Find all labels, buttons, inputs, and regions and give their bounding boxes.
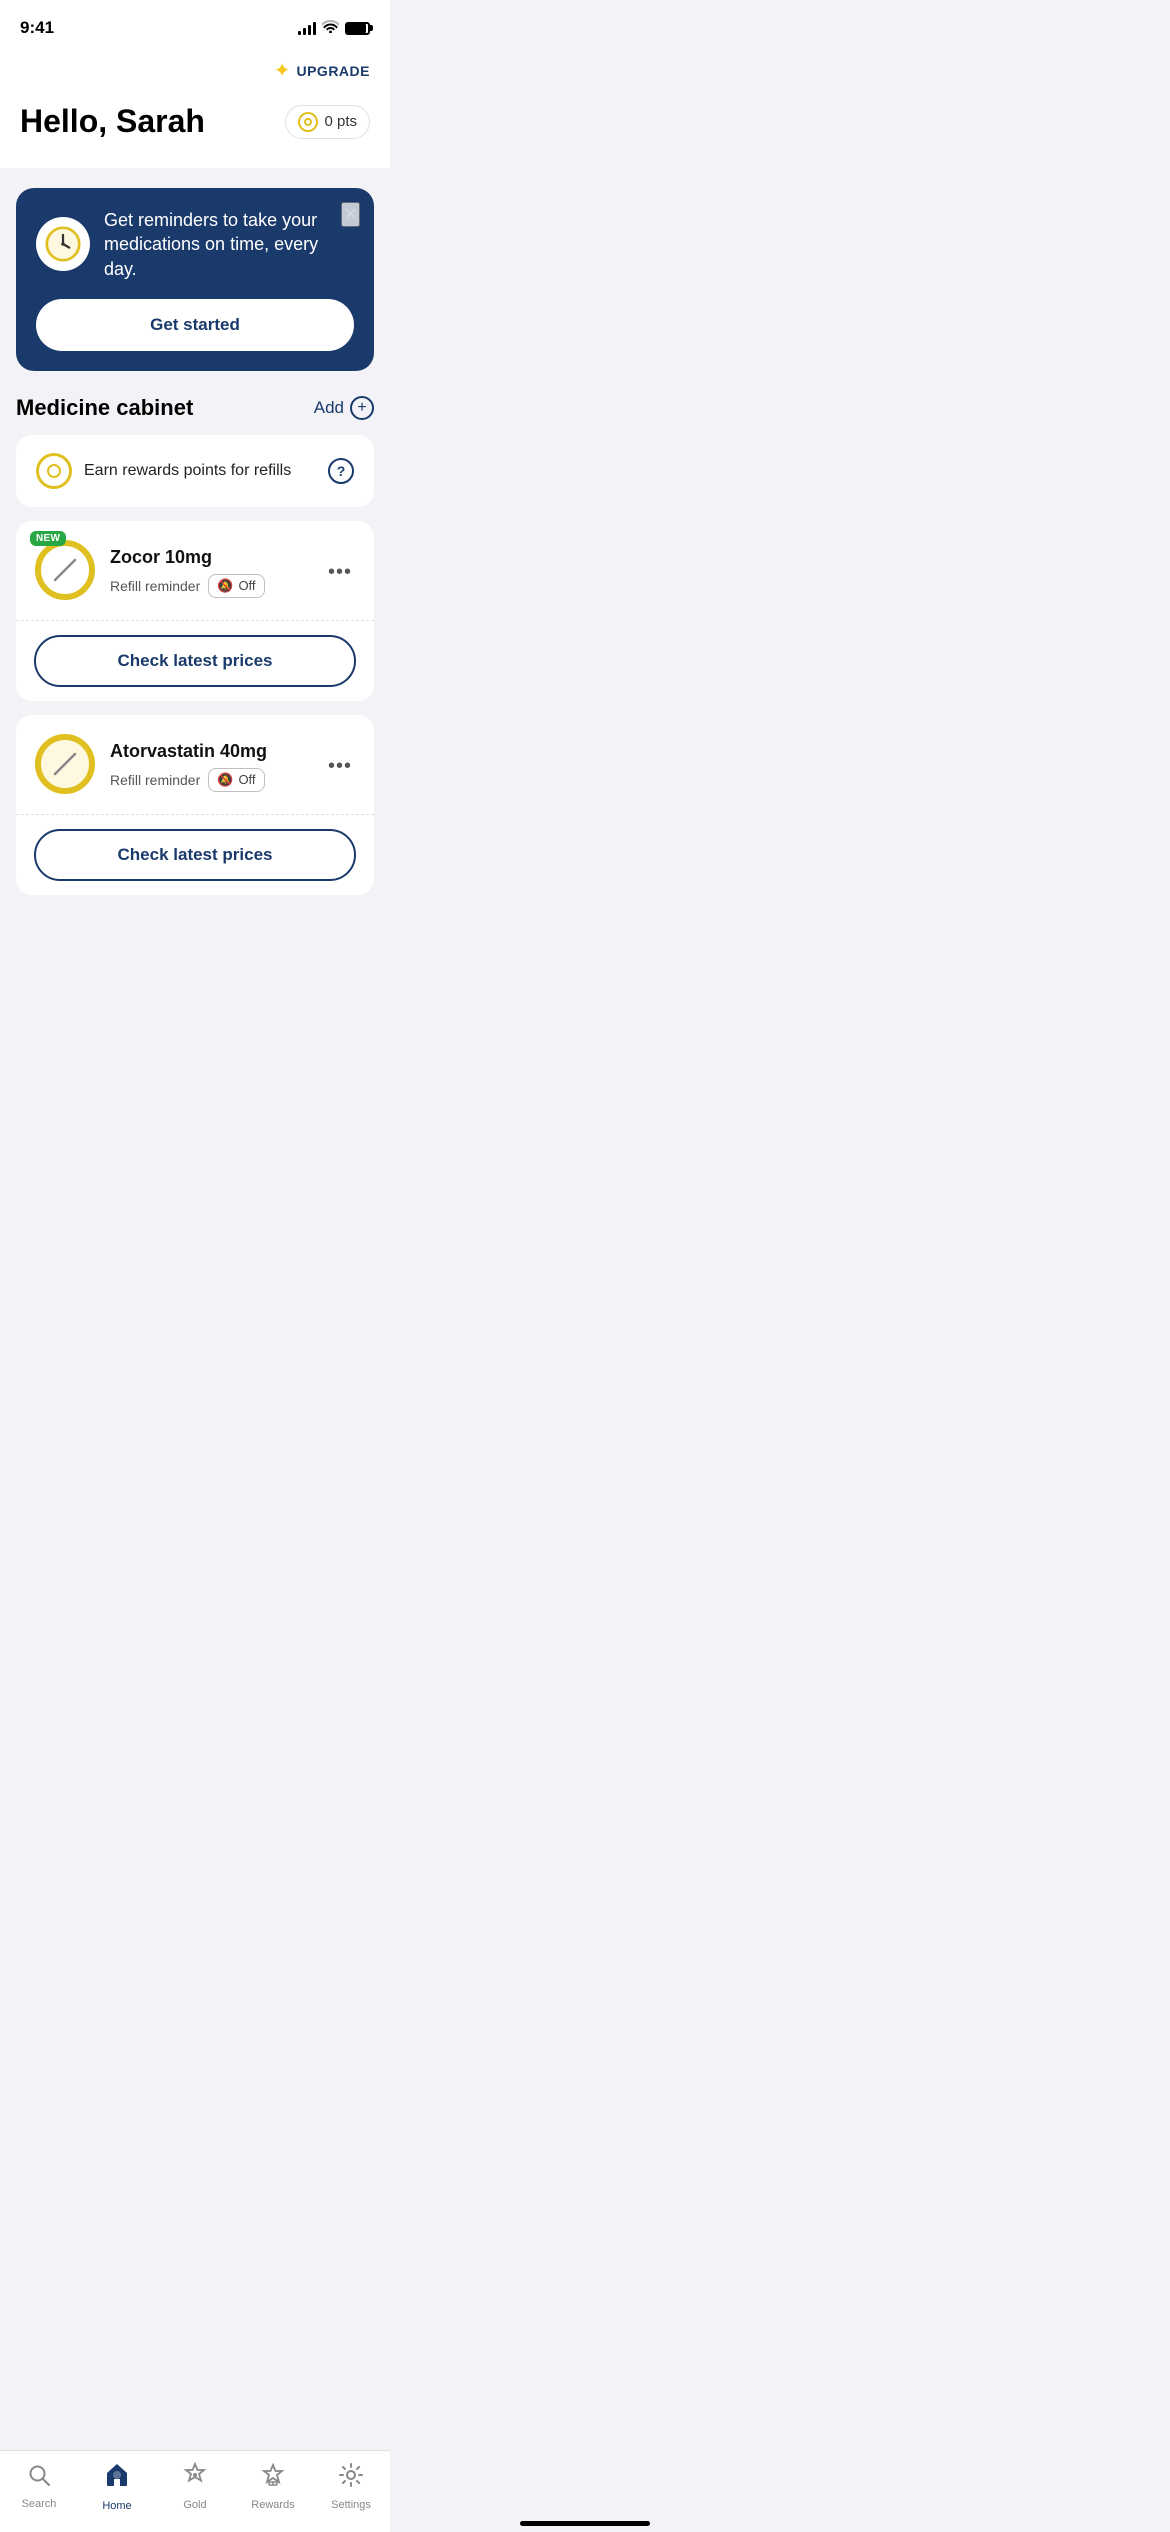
medicine-section-header: Medicine cabinet Add + [16, 395, 374, 421]
medication-card-atorvastatin: Atorvastatin 40mg Refill reminder 🔕 Off … [16, 715, 374, 895]
refill-label-atorvastatin: Refill reminder [110, 772, 200, 788]
reminder-close-button[interactable]: ✕ [341, 202, 360, 227]
medication-card-top-atorvastatin: Atorvastatin 40mg Refill reminder 🔕 Off … [16, 715, 374, 815]
get-started-button[interactable]: Get started [36, 299, 354, 351]
search-icon [27, 2463, 51, 2494]
check-prices-button-zocor[interactable]: Check latest prices [34, 635, 356, 687]
reminder-clock-icon [36, 217, 90, 271]
med-ring-wrap-atorvastatin [34, 733, 96, 800]
greeting-title: Hello, Sarah [20, 103, 205, 140]
main-content: ✕ Get reminders to take your medications… [0, 168, 390, 1009]
med-info-atorvastatin: Atorvastatin 40mg Refill reminder 🔕 Off [110, 741, 310, 792]
med-card-bottom-atorvastatin: Check latest prices [16, 815, 374, 895]
refill-row-zocor: Refill reminder 🔕 Off [110, 574, 310, 598]
more-options-button-atorvastatin[interactable]: ••• [324, 751, 356, 782]
status-icons [298, 20, 370, 36]
points-badge[interactable]: 0 pts [285, 105, 370, 139]
upgrade-bar[interactable]: ✦ UPGRADE [20, 50, 370, 95]
home-indicator [520, 2521, 650, 2526]
add-medication-button[interactable]: Add + [314, 396, 374, 420]
medication-card-top-zocor: NEW Zocor 10mg Refill reminder 🔕 Off ••• [16, 521, 374, 621]
tab-settings-label: Settings [331, 2499, 371, 2511]
med-card-bottom-zocor: Check latest prices [16, 621, 374, 701]
upgrade-star-icon: ✦ [274, 58, 291, 83]
wifi-icon [322, 20, 339, 36]
refill-row-atorvastatin: Refill reminder 🔕 Off [110, 768, 310, 792]
tab-home[interactable]: Home [87, 2461, 147, 2512]
tab-search[interactable]: Search [9, 2463, 69, 2510]
medicine-cabinet-title: Medicine cabinet [16, 395, 193, 421]
refill-badge-atorvastatin[interactable]: 🔕 Off [208, 768, 264, 792]
tab-search-label: Search [22, 2498, 57, 2510]
help-icon[interactable]: ? [328, 458, 354, 484]
top-section: ✦ UPGRADE Hello, Sarah 0 pts [0, 50, 390, 168]
rewards-icon [260, 2462, 286, 2495]
rewards-left: Earn rewards points for refills [36, 453, 291, 489]
bell-slash-icon-zocor: 🔕 [217, 578, 233, 594]
tab-gold[interactable]: Gold [165, 2462, 225, 2511]
tab-gold-label: Gold [183, 2499, 206, 2511]
settings-icon [338, 2462, 364, 2495]
points-value: 0 pts [324, 113, 357, 130]
med-info-zocor: Zocor 10mg Refill reminder 🔕 Off [110, 547, 310, 598]
battery-icon [345, 22, 370, 35]
upgrade-label[interactable]: UPGRADE [296, 63, 370, 79]
more-options-button-zocor[interactable]: ••• [324, 557, 356, 588]
rewards-coin-icon [36, 453, 72, 489]
add-circle-icon: + [350, 396, 374, 420]
points-coin-icon [298, 112, 318, 132]
add-label: Add [314, 398, 344, 418]
reminder-text: Get reminders to take your medications o… [104, 208, 354, 281]
check-prices-button-atorvastatin[interactable]: Check latest prices [34, 829, 356, 881]
status-bar: 9:41 [0, 0, 390, 50]
refill-badge-zocor[interactable]: 🔕 Off [208, 574, 264, 598]
new-badge-zocor: NEW [30, 531, 66, 546]
reminder-top: Get reminders to take your medications o… [36, 208, 354, 281]
hello-row: Hello, Sarah 0 pts [20, 95, 370, 144]
tab-bar: Search Home Gold Reward [0, 2450, 390, 2532]
tab-settings[interactable]: Settings [321, 2462, 381, 2511]
refill-status-atorvastatin: Off [238, 772, 255, 787]
rewards-card-text: Earn rewards points for refills [84, 462, 291, 480]
gold-icon [182, 2462, 208, 2495]
bell-slash-icon-atorvastatin: 🔕 [217, 772, 233, 788]
medication-card-zocor: NEW Zocor 10mg Refill reminder 🔕 Off ••• [16, 521, 374, 701]
med-ring-wrap-zocor: NEW [34, 539, 96, 606]
reminder-card: ✕ Get reminders to take your medications… [16, 188, 374, 371]
med-name-zocor: Zocor 10mg [110, 547, 310, 568]
refill-status-zocor: Off [238, 578, 255, 593]
refill-label-zocor: Refill reminder [110, 578, 200, 594]
signal-icon [298, 21, 316, 35]
med-name-atorvastatin: Atorvastatin 40mg [110, 741, 310, 762]
tab-rewards[interactable]: Rewards [243, 2462, 303, 2511]
tab-rewards-label: Rewards [251, 2499, 294, 2511]
rewards-earn-card[interactable]: Earn rewards points for refills ? [16, 435, 374, 507]
tab-home-label: Home [102, 2500, 131, 2512]
home-icon [103, 2461, 131, 2496]
status-time: 9:41 [20, 18, 54, 38]
